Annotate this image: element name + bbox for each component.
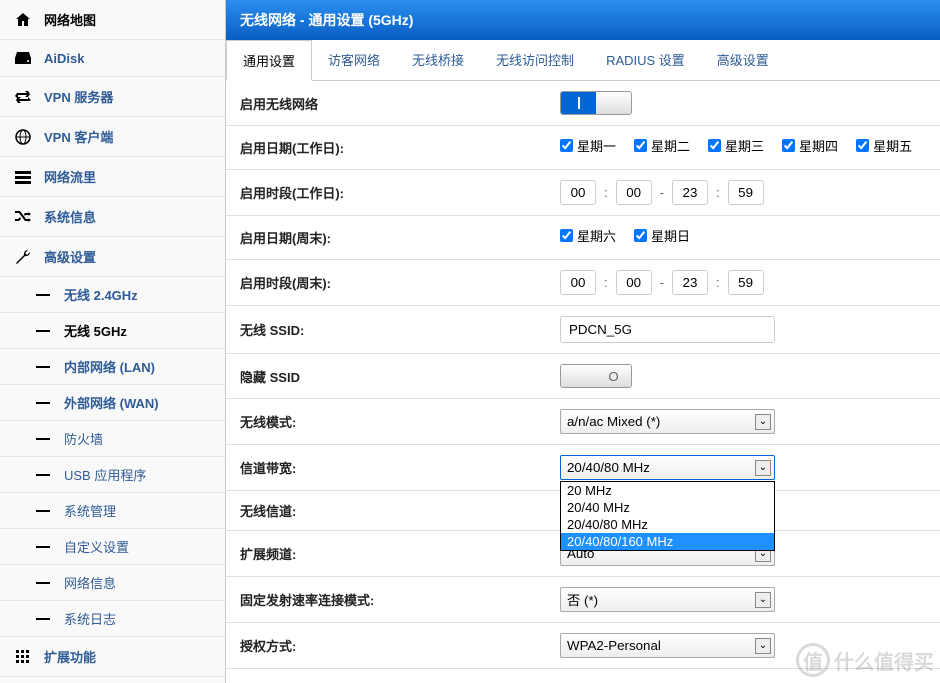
- disk-icon: [14, 50, 32, 66]
- sidebar-label: 高级设置: [44, 247, 96, 266]
- tab-radius[interactable]: RADIUS 设置: [590, 40, 701, 80]
- check-mon[interactable]: 星期一: [560, 136, 616, 155]
- bandwidth-dropdown: 20 MHz 20/40 MHz 20/40/80 MHz 20/40/80/1…: [560, 481, 775, 551]
- sidebar-label: 网络地图: [44, 10, 96, 29]
- main-content: 无线网络 - 通用设置 (5GHz) 通用设置 访客网络 无线桥接 无线访问控制…: [226, 0, 940, 683]
- tab-advanced[interactable]: 高级设置: [701, 40, 785, 80]
- ext-channel-label: 扩展频道:: [240, 544, 560, 563]
- sidebar-sub-wireless-5[interactable]: 无线 5GHz: [0, 313, 225, 349]
- check-fri[interactable]: 星期五: [856, 136, 912, 155]
- ssid-input[interactable]: [560, 316, 775, 343]
- ssid-label: 无线 SSID:: [240, 320, 560, 339]
- bars-icon: [14, 169, 32, 185]
- sidebar-sub-custom[interactable]: 自定义设置: [0, 529, 225, 565]
- dash-icon: [36, 366, 50, 368]
- sidebar-label: VPN 服务器: [44, 87, 113, 106]
- sidebar-item-vpn-server[interactable]: VPN 服务器: [0, 77, 225, 117]
- sidebar-sub-wireless-24[interactable]: 无线 2.4GHz: [0, 277, 225, 313]
- weekday-m1[interactable]: [616, 180, 652, 205]
- weekend-label: 启用日期(周末):: [240, 228, 560, 247]
- sidebar-sub-syslog[interactable]: 系统日志: [0, 601, 225, 637]
- tab-bar: 通用设置 访客网络 无线桥接 无线访问控制 RADIUS 设置 高级设置: [226, 40, 940, 81]
- dash-icon: [36, 582, 50, 584]
- sidebar-label: 网络流里: [44, 167, 96, 186]
- bandwidth-option-2040[interactable]: 20/40 MHz: [561, 499, 774, 516]
- check-sun[interactable]: 星期日: [634, 226, 690, 245]
- weekend-h1[interactable]: [560, 270, 596, 295]
- bandwidth-select[interactable]: [560, 455, 775, 480]
- page-title: 无线网络 - 通用设置 (5GHz): [226, 0, 940, 40]
- dash-icon: [36, 438, 50, 440]
- weekday-h2[interactable]: [672, 180, 708, 205]
- dash-icon: [36, 402, 50, 404]
- sidebar-item-extensions[interactable]: 扩展功能: [0, 637, 225, 677]
- sidebar-label: 系统信息: [44, 207, 96, 226]
- weekend-m2[interactable]: [728, 270, 764, 295]
- sidebar-label: 扩展功能: [44, 647, 96, 666]
- sidebar-item-vpn-client[interactable]: VPN 客户端: [0, 117, 225, 157]
- weekend-m1[interactable]: [616, 270, 652, 295]
- bandwidth-option-204080[interactable]: 20/40/80 MHz: [561, 516, 774, 533]
- weekday-time-label: 启用时段(工作日):: [240, 183, 560, 202]
- check-sat[interactable]: 星期六: [560, 226, 616, 245]
- globe-icon: [14, 129, 32, 145]
- weekday-label: 启用日期(工作日):: [240, 138, 560, 157]
- sidebar-sub-wan[interactable]: 外部网络 (WAN): [0, 385, 225, 421]
- dash-icon: [36, 294, 50, 296]
- shuffle-icon: [14, 209, 32, 225]
- sidebar-sub-sysadmin[interactable]: 系统管理: [0, 493, 225, 529]
- hide-ssid-label: 隐藏 SSID: [240, 367, 560, 386]
- enable-wifi-toggle[interactable]: [560, 91, 632, 115]
- dash-icon: [36, 330, 50, 332]
- channel-label: 无线信道:: [240, 501, 560, 520]
- weekday-h1[interactable]: [560, 180, 596, 205]
- dash-icon: [36, 474, 50, 476]
- repeat-icon: [14, 89, 32, 105]
- tab-guest[interactable]: 访客网络: [312, 40, 396, 80]
- sidebar-sub-lan[interactable]: 内部网络 (LAN): [0, 349, 225, 385]
- wrench-icon: [14, 249, 32, 265]
- tab-bridge[interactable]: 无线桥接: [396, 40, 480, 80]
- sidebar-sub-ext-config[interactable]: 配置扩展环境: [0, 677, 225, 683]
- bandwidth-label: 信道带宽:: [240, 458, 560, 477]
- sidebar-label: VPN 客户端: [44, 127, 113, 146]
- fixed-rate-label: 固定发射速率连接模式:: [240, 590, 560, 609]
- grid-icon: [14, 649, 32, 665]
- fixed-rate-select[interactable]: [560, 587, 775, 612]
- weekend-time-label: 启用时段(周末):: [240, 273, 560, 292]
- sidebar-label: AiDisk: [44, 51, 84, 66]
- bandwidth-option-20408016[interactable]: 20/40/80/160 MHz: [561, 533, 774, 550]
- wifi-mode-select[interactable]: [560, 409, 775, 434]
- check-thu[interactable]: 星期四: [782, 136, 838, 155]
- bandwidth-option-20[interactable]: 20 MHz: [561, 482, 774, 499]
- enable-wifi-label: 启用无线网络: [240, 94, 560, 113]
- sidebar-item-network-map[interactable]: 网络地图: [0, 0, 225, 40]
- sidebar-item-aidisk[interactable]: AiDisk: [0, 40, 225, 77]
- sidebar-item-network-traffic[interactable]: 网络流里: [0, 157, 225, 197]
- auth-label: 授权方式:: [240, 636, 560, 655]
- weekday-m2[interactable]: [728, 180, 764, 205]
- home-icon: [14, 12, 32, 28]
- check-tue[interactable]: 星期二: [634, 136, 690, 155]
- tab-general[interactable]: 通用设置: [226, 40, 312, 81]
- tab-access[interactable]: 无线访问控制: [480, 40, 590, 80]
- sidebar-sub-usb[interactable]: USB 应用程序: [0, 457, 225, 493]
- wifi-mode-label: 无线模式:: [240, 412, 560, 431]
- hide-ssid-toggle[interactable]: O: [560, 364, 632, 388]
- sidebar: 网络地图 AiDisk VPN 服务器 VPN 客户端 网络流里 系统信息 高级…: [0, 0, 226, 683]
- dash-icon: [36, 618, 50, 620]
- sidebar-item-advanced[interactable]: 高级设置: [0, 237, 225, 277]
- dash-icon: [36, 546, 50, 548]
- sidebar-sub-netinfo[interactable]: 网络信息: [0, 565, 225, 601]
- auth-select[interactable]: [560, 633, 775, 658]
- dash-icon: [36, 510, 50, 512]
- weekend-h2[interactable]: [672, 270, 708, 295]
- check-wed[interactable]: 星期三: [708, 136, 764, 155]
- sidebar-item-system-info[interactable]: 系统信息: [0, 197, 225, 237]
- sidebar-sub-firewall[interactable]: 防火墙: [0, 421, 225, 457]
